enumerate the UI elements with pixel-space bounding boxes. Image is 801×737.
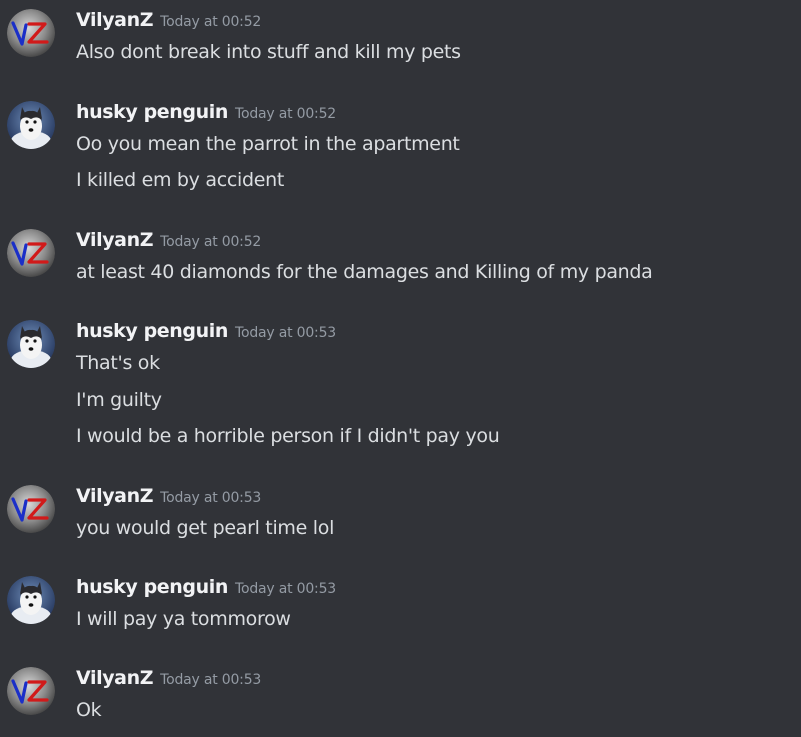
message-text: I will pay ya tommorow [76,608,291,630]
message-header: VilyanZ Today at 00:53 [76,667,261,691]
message-header: husky penguin Today at 00:53 [76,576,336,600]
timestamp[interactable]: Today at 00:53 [235,325,336,341]
message-text: at least 40 diamonds for the damages and… [76,261,653,283]
username[interactable]: VilyanZ [76,229,154,251]
message-header: husky penguin Today at 00:53 [76,320,336,344]
username[interactable]: VilyanZ [76,9,154,31]
username[interactable]: husky penguin [76,101,228,123]
message-header: VilyanZ Today at 00:52 [76,229,261,253]
timestamp[interactable]: Today at 00:53 [160,490,261,506]
message-text: I'm guilty [76,389,162,411]
username[interactable]: VilyanZ [76,485,154,507]
husky-dog-avatar[interactable] [7,101,55,149]
timestamp[interactable]: Today at 00:53 [160,672,261,688]
username[interactable]: VilyanZ [76,667,154,689]
username[interactable]: husky penguin [76,576,228,598]
vz-logo-avatar[interactable] [7,667,55,715]
chat-message-list: VilyanZ Today at 00:52 Also dont break in… [0,0,801,737]
vz-logo-avatar[interactable] [7,9,55,57]
message-text: I killed em by accident [76,169,285,191]
message-header: husky penguin Today at 00:52 [76,101,336,125]
message-text: That's ok [76,352,160,374]
username[interactable]: husky penguin [76,320,228,342]
message-text: Also dont break into stuff and kill my p… [76,41,461,63]
husky-dog-avatar[interactable] [7,320,55,368]
message-header: VilyanZ Today at 00:52 [76,9,261,33]
timestamp[interactable]: Today at 00:52 [160,14,261,30]
timestamp[interactable]: Today at 00:52 [160,234,261,250]
vz-logo-avatar[interactable] [7,485,55,533]
timestamp[interactable]: Today at 00:52 [235,106,336,122]
vz-logo-avatar[interactable] [7,229,55,277]
message-text: I would be a horrible person if I didn't… [76,425,500,447]
message-text: Ok [76,699,102,721]
message-text: you would get pearl time lol [76,517,335,539]
husky-dog-avatar[interactable] [7,576,55,624]
message-header: VilyanZ Today at 00:53 [76,485,261,509]
message-text: Oo you mean the parrot in the apartment [76,133,460,155]
timestamp[interactable]: Today at 00:53 [235,581,336,597]
